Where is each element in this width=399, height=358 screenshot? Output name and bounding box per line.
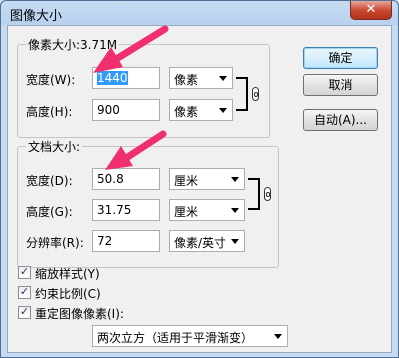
annotation-arrow-icon: [93, 25, 169, 73]
doc-width-unit-select[interactable]: 厘米: [169, 168, 245, 190]
scale-styles-checkbox[interactable]: ✓: [18, 266, 31, 279]
chain-link-icon: [264, 187, 271, 201]
cancel-button[interactable]: 取消: [303, 74, 378, 96]
constrain-proportions-label: 约束比例(C): [35, 287, 101, 301]
pixel-width-unit-select[interactable]: 像素: [169, 67, 233, 89]
doc-height-unit-select[interactable]: 厘米: [169, 199, 245, 221]
chain-link-icon: [252, 87, 259, 101]
chevron-down-icon: [219, 76, 227, 81]
scale-styles-label: 缩放样式(Y): [35, 267, 100, 281]
pixel-height-input[interactable]: 900: [92, 99, 160, 121]
constrain-proportions-checkbox[interactable]: ✓: [18, 286, 31, 299]
resample-checkbox[interactable]: ✓: [18, 306, 31, 319]
pixel-height-label: 高度(H):: [26, 105, 73, 119]
pixel-height-unit-select[interactable]: 像素: [169, 99, 233, 121]
doc-width-label: 宽度(D):: [26, 174, 73, 188]
resample-label: 重定图像像素(I):: [35, 307, 124, 321]
image-size-dialog: 图像大小 ✕ 像素大小:3.71M 宽度(W): 1440 像素 高度(H): …: [0, 0, 399, 358]
annotation-arrow-icon: [105, 130, 167, 170]
ok-button[interactable]: 确定: [303, 47, 378, 69]
pixel-width-label: 宽度(W):: [26, 73, 76, 87]
chevron-down-icon: [219, 108, 227, 113]
link-bracket: [236, 77, 248, 111]
resample-method-select[interactable]: 两次立方（适用于平滑渐变）: [92, 325, 288, 347]
link-bracket: [248, 178, 260, 210]
chevron-down-icon: [231, 177, 239, 182]
document-size-legend: 文档大小:: [26, 138, 83, 155]
doc-height-label: 高度(G):: [26, 205, 73, 219]
chevron-down-icon: [231, 239, 239, 244]
doc-height-input[interactable]: 31.75: [92, 199, 160, 221]
chevron-down-icon: [274, 334, 282, 339]
close-button[interactable]: ✕: [350, 1, 392, 20]
resolution-label: 分辨率(R):: [26, 236, 84, 250]
auto-button[interactable]: 自动(A)...: [303, 109, 378, 131]
window-title: 图像大小: [10, 9, 63, 24]
resolution-input[interactable]: 72: [92, 230, 160, 252]
dialog-body: 像素大小:3.71M 宽度(W): 1440 像素 高度(H): 900 像素 …: [7, 25, 392, 353]
title-bar[interactable]: 图像大小 ✕: [1, 1, 398, 25]
resolution-unit-select[interactable]: 像素/英寸: [169, 230, 245, 252]
chevron-down-icon: [231, 208, 239, 213]
